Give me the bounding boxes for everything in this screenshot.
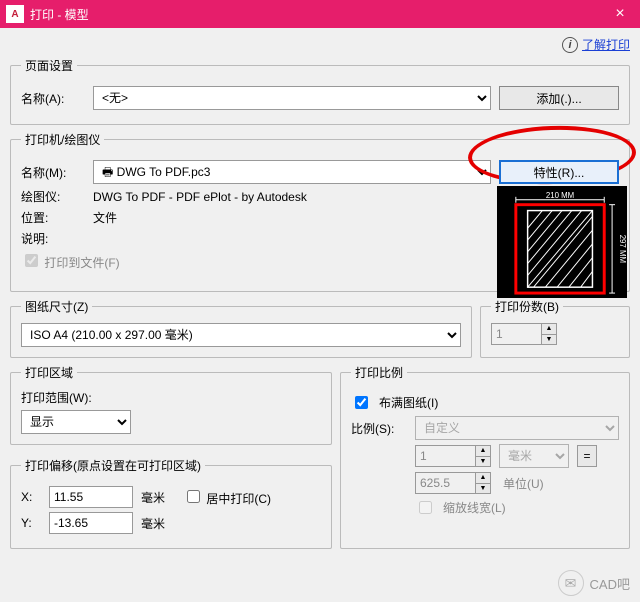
print-area-legend: 打印区域 — [21, 364, 77, 381]
spinner-down-icon: ▼ — [542, 335, 556, 345]
fit-paper-input[interactable] — [355, 396, 368, 409]
add-button[interactable]: 添加(.)... — [499, 86, 619, 110]
page-name-select[interactable]: <无> — [93, 86, 491, 110]
titlebar: A 打印 - 模型 × — [0, 0, 640, 28]
copies-input — [491, 323, 541, 345]
close-button[interactable]: × — [600, 0, 640, 28]
svg-text:297 MM: 297 MM — [618, 235, 626, 263]
plotter-label: 绘图仪: — [21, 188, 85, 205]
copies-spinner[interactable]: ▲ ▼ — [491, 323, 619, 345]
plotter-value: DWG To PDF - PDF ePlot - by Autodesk — [93, 190, 307, 204]
copies-legend: 打印份数(B) — [491, 298, 563, 315]
copies-group: 打印份数(B) ▲ ▼ — [480, 298, 630, 358]
properties-button[interactable]: 特性(R)... — [499, 160, 619, 184]
watermark: ✉ CAD吧 — [558, 570, 630, 596]
center-print-checkbox[interactable]: 居中打印(C) — [183, 487, 271, 507]
printer-name-select[interactable]: 🖶 DWG To PDF.pc3 — [93, 160, 491, 184]
page-setup-legend: 页面设置 — [21, 57, 77, 74]
wechat-icon: ✉ — [558, 570, 584, 596]
spinner-buttons: ▲ ▼ — [541, 323, 557, 345]
paper-size-group: 图纸尺寸(Z) ISO A4 (210.00 x 297.00 毫米) — [10, 298, 472, 358]
description-label: 说明: — [21, 230, 85, 247]
print-area-group: 打印区域 打印范围(W): 显示 — [10, 364, 332, 445]
print-to-file-input — [25, 254, 38, 267]
paper-size-select[interactable]: ISO A4 (210.00 x 297.00 毫米) — [21, 323, 461, 347]
paper-preview: 210 MM 297 MM — [497, 186, 627, 298]
offset-y-label: Y: — [21, 516, 41, 530]
scale-ratio-select: 自定义 — [415, 416, 619, 440]
printer-group: 打印机/绘图仪 名称(M): 🖶 DWG To PDF.pc3 特性(R)...… — [10, 131, 630, 292]
print-to-file-checkbox: 打印到文件(F) — [21, 251, 120, 271]
center-print-input[interactable] — [187, 490, 200, 503]
scale-num1-spinner: ▲▼ — [415, 445, 491, 467]
offset-y-input[interactable] — [49, 512, 133, 534]
scale-num1-input — [415, 445, 475, 467]
scale-num2-spinner: ▲▼ — [415, 472, 491, 494]
offset-group: 打印偏移(原点设置在可打印区域) X: 毫米 居中打印(C) Y: 毫米 — [10, 457, 332, 549]
paper-size-legend: 图纸尺寸(Z) — [21, 298, 92, 315]
scale-legend: 打印比例 — [351, 364, 407, 381]
offset-y-unit: 毫米 — [141, 515, 165, 532]
offset-x-unit: 毫米 — [141, 489, 165, 506]
app-icon: A — [6, 5, 24, 23]
window-title: 打印 - 模型 — [30, 6, 600, 23]
print-range-label: 打印范围(W): — [21, 389, 321, 406]
location-label: 位置: — [21, 209, 85, 226]
printer-legend: 打印机/绘图仪 — [21, 131, 104, 148]
offset-x-label: X: — [21, 490, 41, 504]
scale-num2-input — [415, 472, 475, 494]
page-name-label: 名称(A): — [21, 90, 85, 107]
print-range-select[interactable]: 显示 — [21, 410, 131, 434]
svg-text:210 MM: 210 MM — [546, 191, 574, 200]
scale-ratio-label: 比例(S): — [351, 420, 407, 437]
dialog-content: i 了解打印 页面设置 名称(A): <无> 添加(.)... 打印机/绘图仪 … — [0, 28, 640, 602]
watermark-text: CAD吧 — [590, 574, 630, 593]
scale-lineweight-checkbox: 缩放线宽(L) — [415, 498, 619, 517]
page-setup-group: 页面设置 名称(A): <无> 添加(.)... — [10, 57, 630, 125]
scale-unit1-select: 毫米 — [499, 444, 569, 468]
spinner-up-icon: ▲ — [542, 324, 556, 335]
scale-unit2-label: 单位(U) — [499, 475, 569, 492]
scale-lineweight-input — [419, 501, 432, 514]
scale-group: 打印比例 布满图纸(I) 比例(S): 自定义 ▲▼ — [340, 364, 630, 549]
help-link[interactable]: 了解打印 — [582, 36, 630, 53]
equals-button[interactable]: = — [577, 445, 597, 467]
printer-name-label: 名称(M): — [21, 164, 85, 181]
offset-legend: 打印偏移(原点设置在可打印区域) — [21, 457, 205, 474]
offset-x-input[interactable] — [49, 486, 133, 508]
location-value: 文件 — [93, 209, 117, 226]
fit-paper-checkbox[interactable]: 布满图纸(I) — [351, 393, 619, 412]
info-icon[interactable]: i — [562, 37, 578, 53]
